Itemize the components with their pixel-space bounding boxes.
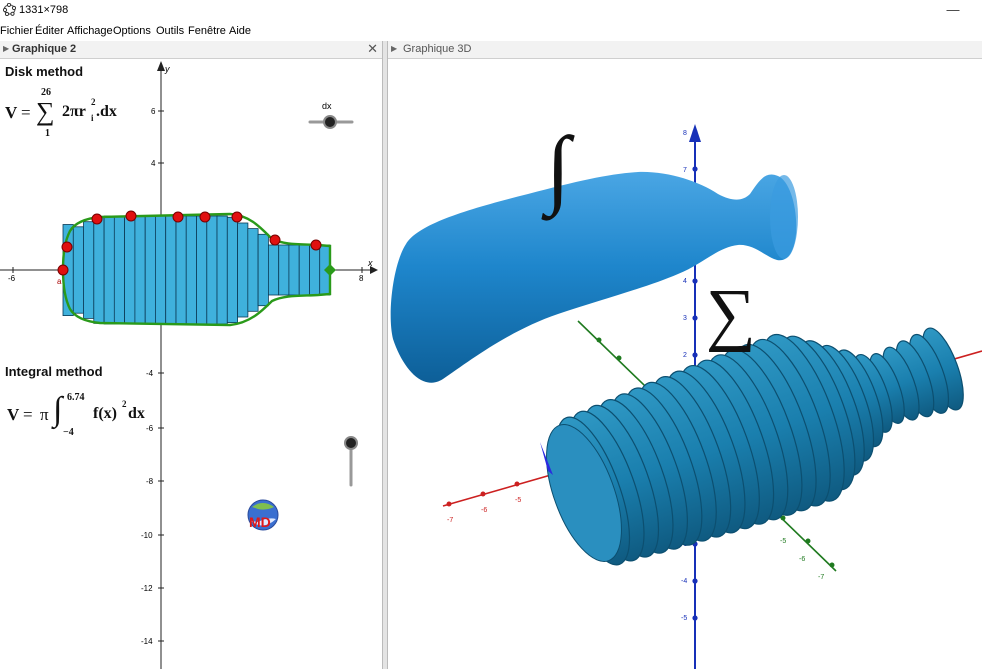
point-a-label: a xyxy=(57,277,62,286)
x-tick-label: -6 xyxy=(8,274,16,283)
menu-fenetre[interactable]: Fenêtre xyxy=(188,25,226,37)
disk-rectangle xyxy=(278,244,290,296)
disk-method-formula: V = 26 ∑ 1 2πr 2 i .dx xyxy=(5,87,117,139)
x3d-tick-label: -5 xyxy=(515,497,521,504)
z-tick-label: 8 xyxy=(683,130,687,137)
y-tick-label: -14 xyxy=(141,637,153,646)
integral-symbol: ∫ xyxy=(53,391,63,428)
y-axis-label: y xyxy=(164,64,170,74)
close-icon[interactable]: ✕ xyxy=(367,41,378,57)
z-tick-label: -5 xyxy=(681,615,687,622)
disk-rectangles xyxy=(62,215,331,325)
graphique2-title: Graphique 2 xyxy=(12,43,77,55)
dx-slider-label: dx xyxy=(322,101,332,111)
y3d-tick-label: -6 xyxy=(799,556,805,563)
x-tick-label: 8 xyxy=(359,274,364,283)
panel-toggle-icon[interactable]: ▶ xyxy=(3,44,9,53)
disk-rectangle xyxy=(216,215,228,325)
x3d-tick-label: -7 xyxy=(447,517,453,524)
graphique3d-canvas[interactable]: 8 7 6 5 4 3 2 -3 -4 -5 -7 -6 -5 -4 -5 -6… xyxy=(388,59,982,669)
y3d-tick-label: -7 xyxy=(818,574,824,581)
disk-rectangle xyxy=(309,244,321,296)
y-tick-label: -8 xyxy=(146,477,154,486)
integral-method-title: Integral method xyxy=(5,364,103,379)
window-title-bar: 1331×798 — xyxy=(0,0,982,22)
z-tick-label: 7 xyxy=(683,167,687,174)
disk-rectangle xyxy=(196,215,208,325)
disk-rectangle xyxy=(288,244,300,296)
disk-rectangle xyxy=(134,215,146,325)
z-tick-label: 3 xyxy=(683,315,687,322)
disk-rectangle xyxy=(175,215,187,325)
minimize-button[interactable]: — xyxy=(946,2,960,17)
point-a[interactable] xyxy=(57,264,69,276)
graphique3d-title: Graphique 3D xyxy=(403,43,472,55)
y-tick-label: -6 xyxy=(146,424,154,433)
x-axis-ticks xyxy=(446,481,520,507)
menu-bar: Fichier Éditer Affichage Options Outils … xyxy=(0,22,982,42)
sum-symbol-3d: ∑ xyxy=(706,276,756,353)
integral-symbol-3d: ∫ xyxy=(541,120,575,221)
disk-rectangle xyxy=(237,222,249,318)
z-tick-label: 4 xyxy=(683,278,687,285)
geogebra-app-icon xyxy=(3,3,16,16)
disk-rectangle xyxy=(83,221,95,319)
menu-editer[interactable]: Éditer xyxy=(35,25,64,37)
smooth-solid-end xyxy=(770,175,798,259)
y3d-tick-label: -5 xyxy=(780,538,786,545)
z-tick-dot xyxy=(692,315,698,321)
disk-rectangle xyxy=(144,215,156,325)
z-tick-dot xyxy=(692,278,698,284)
dx-slider-handle[interactable] xyxy=(323,115,337,129)
disk-rectangle xyxy=(257,233,269,307)
menu-affichage[interactable]: Affichage xyxy=(67,25,113,37)
z-tick-dot xyxy=(692,578,698,584)
disk-rectangle xyxy=(298,244,310,296)
z-tick-dot xyxy=(692,129,698,135)
disk-rectangle xyxy=(124,215,136,325)
z-tick-label: 2 xyxy=(683,352,687,359)
graphique2-header: ▶ Graphique 2 ✕ xyxy=(0,41,382,59)
menu-fichier[interactable]: Fichier xyxy=(0,25,33,37)
graphique2-canvas[interactable]: x y -6 8 6 4 -4 -6 -8 -10 -12 -14 a dx M… xyxy=(0,59,382,669)
menu-outils[interactable]: Outils xyxy=(156,25,184,37)
y-tick-label: -10 xyxy=(141,531,153,540)
disk-rectangle xyxy=(103,215,115,325)
disk-rectangle xyxy=(154,215,167,325)
disk-rectangle xyxy=(113,215,126,325)
menu-aide[interactable]: Aide xyxy=(229,25,251,37)
disk-rectangle xyxy=(267,244,280,296)
y-tick-label: -12 xyxy=(141,584,153,593)
z-tick-dot xyxy=(692,615,698,621)
disk-method-title: Disk method xyxy=(5,64,84,79)
disk-rectangle xyxy=(93,216,105,324)
z-tick-dot xyxy=(692,352,698,358)
sigma-symbol: ∑ xyxy=(36,97,55,126)
y-tick-label: -4 xyxy=(146,369,154,378)
z-tick-dot xyxy=(692,166,698,172)
vertical-slider-handle[interactable] xyxy=(344,436,358,450)
disk-rectangle xyxy=(206,215,218,325)
menu-options[interactable]: Options xyxy=(113,25,151,37)
x3d-tick-label: -6 xyxy=(481,507,487,514)
z-tick-label: -4 xyxy=(681,578,687,585)
disk-stack-solid xyxy=(546,327,964,566)
x-axis-label: x xyxy=(367,258,373,268)
disk-rectangle xyxy=(72,226,85,314)
graphique3d-header: ▶ Graphique 3D xyxy=(388,41,982,59)
md-logo: MD xyxy=(247,499,279,531)
disk-rectangle xyxy=(165,215,177,325)
window-title: 1331×798 xyxy=(19,4,69,16)
y-tick-label: 4 xyxy=(151,159,156,168)
y-axis-arrow xyxy=(157,61,165,71)
panel-toggle-icon[interactable]: ▶ xyxy=(391,44,397,53)
disk-rectangle xyxy=(185,215,197,325)
integral-method-formula: V = π ∫ 6.74 −4 f(x) 2 dx xyxy=(7,391,145,438)
disk-rectangle xyxy=(226,216,239,324)
y-tick-label: 6 xyxy=(151,107,156,116)
logo-text: MD xyxy=(249,514,271,530)
disk-rectangle xyxy=(247,228,259,312)
